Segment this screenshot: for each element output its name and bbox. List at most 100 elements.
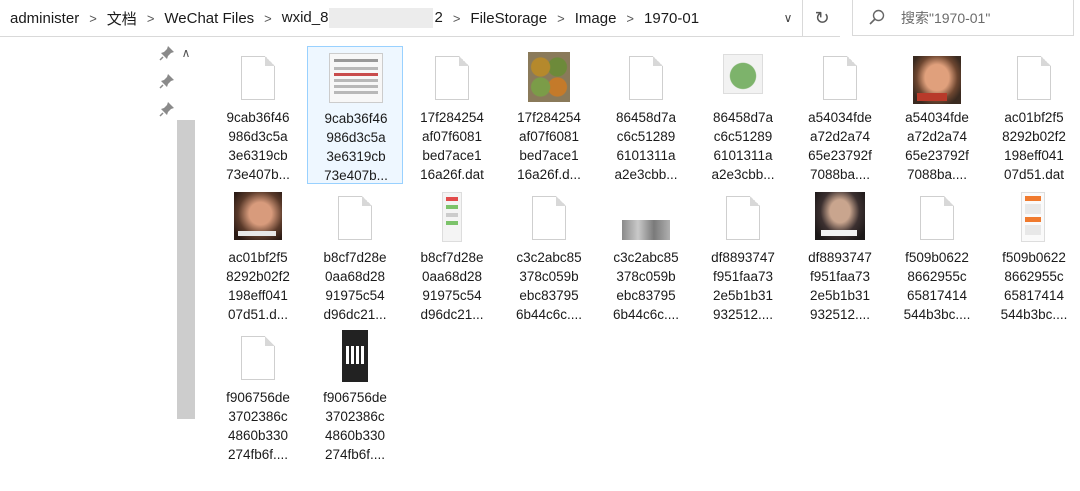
file-thumbnail: [792, 50, 888, 106]
file-item-image[interactable]: ac01bf2f5 8292b02f2 198eff041 07d51.d...: [210, 186, 306, 324]
file-name: ac01bf2f5 8292b02f2 198eff041 07d51.dat: [1002, 110, 1066, 182]
file-name: c3c2abc85 378c059b ebc83795 6b44c6c....: [612, 250, 680, 322]
document-icon: [920, 196, 954, 240]
file-item-dat[interactable]: a54034fde a72d2a74 65e23792f 7088ba....: [792, 46, 888, 184]
image-thumbnail: [442, 192, 462, 242]
file-thumbnail: [695, 50, 791, 106]
chevron-up-icon[interactable]: ∧: [177, 42, 195, 64]
file-item-image[interactable]: f906756de 3702386c 4860b330 274fb6f....: [307, 326, 403, 464]
breadcrumb-item[interactable]: 文档: [107, 8, 137, 29]
file-thumbnail: [210, 50, 306, 106]
image-thumbnail: [528, 52, 570, 102]
file-item-image[interactable]: df8893747 f951faa73 2e5b1b31 932512....: [792, 186, 888, 324]
file-name: f509b0622 8662955c 65817414 544b3bc....: [903, 250, 971, 322]
file-name: a54034fde a72d2a74 65e23792f 7088ba....: [905, 110, 969, 182]
search-placeholder: 搜索"1970-01": [901, 10, 991, 26]
file-name: f906756de 3702386c 4860b330 274fb6f....: [323, 390, 387, 462]
file-item-dat[interactable]: 17f284254 af07f6081 bed7ace1 16a26f.dat: [404, 46, 500, 184]
breadcrumb-item-wxid[interactable]: wxid_8 2: [282, 8, 443, 28]
file-thumbnail: [889, 190, 985, 246]
redacted-block: [329, 8, 434, 28]
address-bar[interactable]: administer > 文档 > WeChat Files > wxid_8 2…: [0, 0, 840, 37]
file-thumbnail: [307, 190, 403, 246]
file-item-dat[interactable]: c3c2abc85 378c059b ebc83795 6b44c6c....: [501, 186, 597, 324]
vertical-scrollbar-thumb[interactable]: [177, 120, 195, 419]
image-thumbnail: [1021, 192, 1045, 242]
file-name: 86458d7a c6c51289 6101311a a2e3cbb...: [711, 110, 775, 182]
file-name: b8cf7d28e 0aa68d28 91975c54 d96dc21...: [323, 250, 387, 322]
file-name: f509b0622 8662955c 65817414 544b3bc....: [1000, 250, 1068, 322]
image-thumbnail: [622, 220, 670, 240]
breadcrumb-item[interactable]: Image: [575, 10, 617, 27]
document-icon: [241, 336, 275, 380]
file-item-dat[interactable]: f906756de 3702386c 4860b330 274fb6f....: [210, 326, 306, 464]
search-input[interactable]: 搜索"1970-01": [852, 0, 1074, 36]
breadcrumb-item-current[interactable]: 1970-01: [644, 10, 699, 27]
file-item-dat[interactable]: ac01bf2f5 8292b02f2 198eff041 07d51.dat: [986, 46, 1080, 184]
file-thumbnail: [404, 50, 500, 106]
file-item-dat[interactable]: 9cab36f46 986d3c5a 3e6319cb 73e407b...: [210, 46, 306, 184]
breadcrumb-item[interactable]: administer: [10, 10, 79, 27]
file-name: a54034fde a72d2a74 65e23792f 7088ba....: [808, 110, 872, 182]
refresh-icon[interactable]: ↻: [802, 0, 841, 36]
file-name: 9cab36f46 986d3c5a 3e6319cb 73e407b...: [226, 110, 290, 182]
image-thumbnail: [234, 192, 282, 240]
file-thumbnail: [501, 190, 597, 246]
document-icon: [241, 56, 275, 100]
file-item-image[interactable]: f509b0622 8662955c 65817414 544b3bc....: [986, 186, 1080, 324]
breadcrumb-chevron-icon[interactable]: >: [453, 11, 461, 26]
file-name: 86458d7a c6c51289 6101311a a2e3cbb...: [614, 110, 678, 182]
document-icon: [629, 56, 663, 100]
breadcrumb: administer > 文档 > WeChat Files > wxid_8 2…: [10, 0, 699, 36]
document-icon: [338, 196, 372, 240]
file-item-image[interactable]: b8cf7d28e 0aa68d28 91975c54 d96dc21...: [404, 186, 500, 324]
image-thumbnail: [342, 330, 368, 382]
file-thumbnail: [986, 190, 1080, 246]
breadcrumb-chevron-icon[interactable]: >: [89, 11, 97, 26]
breadcrumb-item[interactable]: WeChat Files: [164, 10, 254, 27]
breadcrumb-chevron-icon[interactable]: >: [147, 11, 155, 26]
document-icon: [532, 196, 566, 240]
file-item-dat[interactable]: 86458d7a c6c51289 6101311a a2e3cbb...: [598, 46, 694, 184]
file-name: f906756de 3702386c 4860b330 274fb6f....: [226, 390, 290, 462]
image-thumbnail: [329, 53, 383, 103]
breadcrumb-chevron-icon[interactable]: >: [557, 11, 565, 26]
file-thumbnail: [210, 190, 306, 246]
wxid-suffix: 2: [434, 8, 443, 26]
pin-icon[interactable]: [158, 100, 176, 118]
file-thumbnail: [889, 50, 985, 106]
file-name: c3c2abc85 378c059b ebc83795 6b44c6c....: [515, 250, 583, 322]
file-item-image[interactable]: a54034fde a72d2a74 65e23792f 7088ba....: [889, 46, 985, 184]
document-icon: [726, 196, 760, 240]
file-item-dat[interactable]: f509b0622 8662955c 65817414 544b3bc....: [889, 186, 985, 324]
file-grid: 9cab36f46 986d3c5a 3e6319cb 73e407b... 9c…: [210, 46, 1080, 486]
quick-access-pins: [158, 44, 176, 128]
file-thumbnail: [598, 190, 694, 246]
file-name: b8cf7d28e 0aa68d28 91975c54 d96dc21...: [420, 250, 484, 322]
file-name: ac01bf2f5 8292b02f2 198eff041 07d51.d...: [226, 250, 290, 322]
pin-icon[interactable]: [158, 44, 176, 62]
file-thumbnail: [308, 51, 404, 107]
file-item-dat[interactable]: df8893747 f951faa73 2e5b1b31 932512....: [695, 186, 791, 324]
file-item-image[interactable]: c3c2abc85 378c059b ebc83795 6b44c6c....: [598, 186, 694, 324]
image-thumbnail: [815, 192, 865, 240]
file-item-dat[interactable]: b8cf7d28e 0aa68d28 91975c54 d96dc21...: [307, 186, 403, 324]
file-item-image[interactable]: 86458d7a c6c51289 6101311a a2e3cbb...: [695, 46, 791, 184]
image-thumbnail: [913, 56, 961, 104]
pin-icon[interactable]: [158, 72, 176, 90]
file-thumbnail: [986, 50, 1080, 106]
file-thumbnail: [307, 330, 403, 386]
file-item-image[interactable]: 17f284254 af07f6081 bed7ace1 16a26f.d...: [501, 46, 597, 184]
image-thumbnail: [723, 54, 763, 94]
file-name: 9cab36f46 986d3c5a 3e6319cb 73e407b...: [324, 111, 388, 183]
wxid-prefix: wxid_8: [281, 8, 329, 26]
search-icon: [869, 9, 885, 25]
file-name: 17f284254 af07f6081 bed7ace1 16a26f.dat: [420, 110, 484, 182]
file-item-image[interactable]: 9cab36f46 986d3c5a 3e6319cb 73e407b...: [307, 46, 403, 184]
chevron-down-icon[interactable]: ∨: [778, 8, 798, 28]
breadcrumb-chevron-icon[interactable]: >: [264, 11, 272, 26]
breadcrumb-item[interactable]: FileStorage: [470, 10, 547, 27]
file-thumbnail: [695, 190, 791, 246]
file-thumbnail: [404, 190, 500, 246]
breadcrumb-chevron-icon[interactable]: >: [626, 11, 634, 26]
